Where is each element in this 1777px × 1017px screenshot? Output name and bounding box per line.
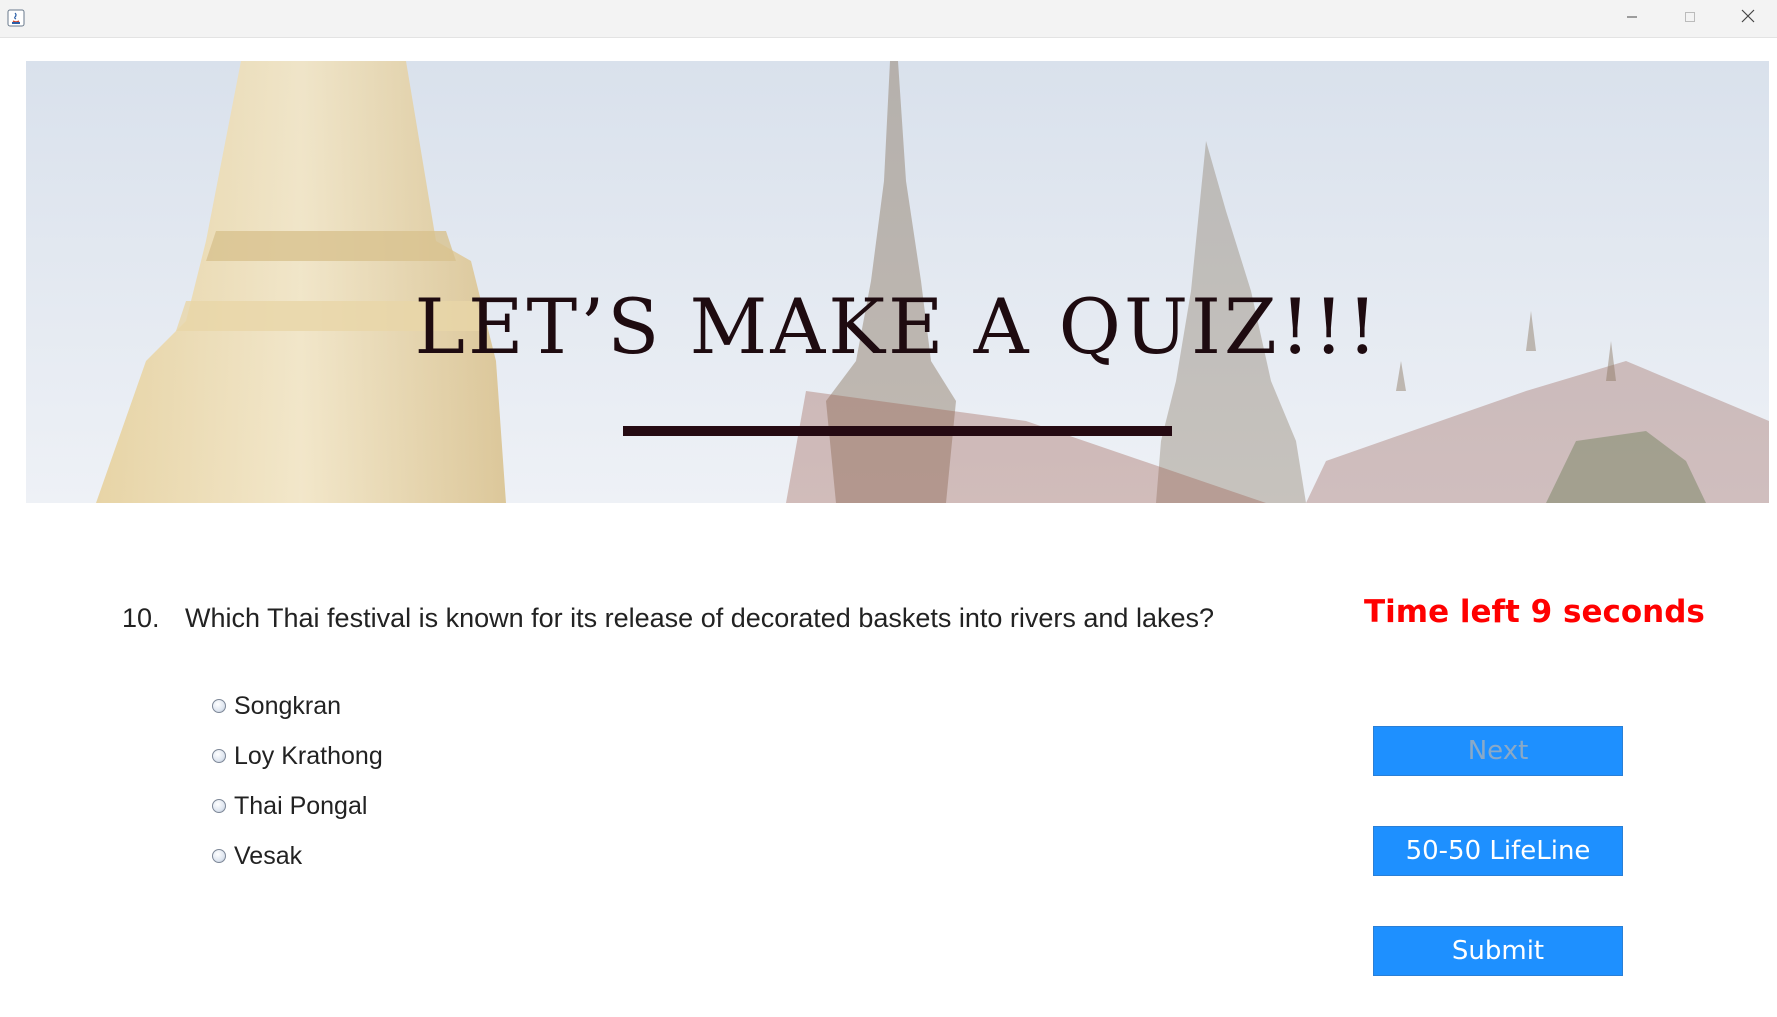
question-body: Which Thai festival is known for its rel…	[185, 603, 1214, 633]
option-thai-pongal[interactable]: Thai Pongal	[212, 788, 367, 824]
title-underline	[623, 426, 1172, 436]
minimize-button[interactable]	[1603, 0, 1661, 37]
option-songkran[interactable]: Songkran	[212, 688, 341, 724]
close-button[interactable]	[1719, 0, 1777, 37]
question-text: 10. Which Thai festival is known for its …	[122, 603, 1214, 634]
next-button[interactable]: Next	[1373, 726, 1623, 776]
submit-button[interactable]: Submit	[1373, 926, 1623, 976]
title-bar	[0, 0, 1777, 38]
radio-button[interactable]	[212, 749, 226, 763]
quiz-window: LET’S MAKE A QUIZ!!! 10. Which Thai festi…	[0, 0, 1777, 1017]
question-number: 10.	[122, 603, 160, 633]
java-app-icon	[7, 9, 25, 27]
option-vesak[interactable]: Vesak	[212, 838, 302, 874]
close-icon	[1741, 9, 1755, 28]
option-label: Thai Pongal	[234, 791, 368, 820]
maximize-button[interactable]	[1661, 0, 1719, 37]
maximize-icon	[1684, 10, 1696, 28]
radio-button[interactable]	[212, 849, 226, 863]
option-label: Songkran	[234, 691, 342, 720]
minimize-icon	[1626, 10, 1638, 28]
radio-button[interactable]	[212, 799, 226, 813]
option-label: Vesak	[234, 841, 303, 870]
radio-button[interactable]	[212, 699, 226, 713]
option-loy-krathong[interactable]: Loy Krathong	[212, 738, 383, 774]
option-label: Loy Krathong	[234, 741, 383, 770]
lifeline-button[interactable]: 50-50 LifeLine	[1373, 826, 1623, 876]
header-banner: LET’S MAKE A QUIZ!!!	[26, 61, 1769, 503]
timer-label: Time left 9 seconds	[1364, 594, 1705, 630]
banner-title: LET’S MAKE A QUIZ!!!	[414, 282, 1381, 371]
